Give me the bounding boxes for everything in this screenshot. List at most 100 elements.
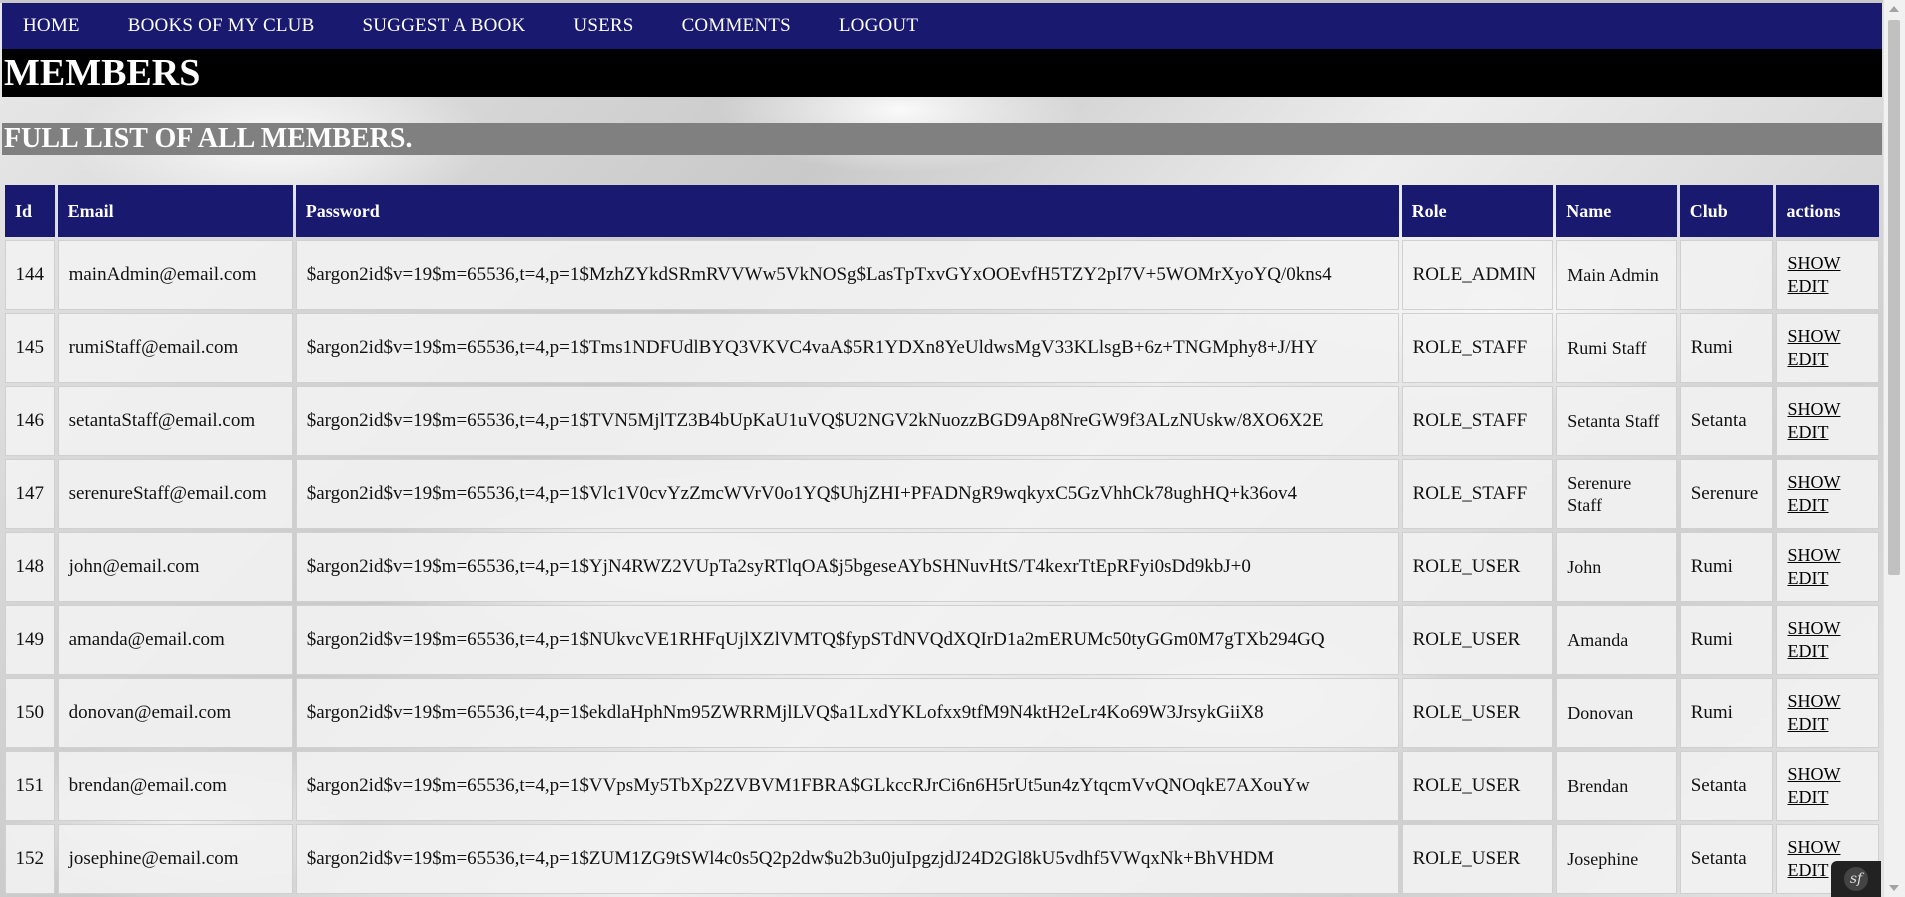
column-header-password: Password [295,185,1399,237]
cell-actions: SHOW EDIT [1776,313,1879,383]
cell-email: serenureStaff@email.com [57,459,293,529]
cell-name: Setanta Staff [1556,386,1677,456]
edit-link[interactable]: EDIT [1787,494,1868,517]
edit-link[interactable]: EDIT [1787,348,1868,371]
scroll-thumb[interactable] [1888,20,1900,575]
cell-password: $argon2id$v=19$m=65536,t=4,p=1$Tms1NDFUd… [295,313,1399,383]
cell-id: 148 [5,532,55,602]
show-link[interactable]: SHOW [1787,325,1868,348]
table-header-row: Id Email Password Role Name Club actions [5,185,1879,237]
show-link[interactable]: SHOW [1787,252,1868,275]
cell-email: amanda@email.com [57,605,293,675]
column-header-email: Email [57,185,293,237]
cell-password: $argon2id$v=19$m=65536,t=4,p=1$VVpsMy5Tb… [295,751,1399,821]
cell-id: 152 [5,824,55,894]
show-link[interactable]: SHOW [1787,398,1868,421]
show-link[interactable]: SHOW [1787,690,1868,713]
cell-name: Donovan [1556,678,1677,748]
cell-role: ROLE_USER [1401,532,1554,602]
cell-email: josephine@email.com [57,824,293,894]
scroll-down-arrow-icon[interactable] [1889,885,1899,891]
table-row: 144 mainAdmin@email.com $argon2id$v=19$m… [5,240,1879,310]
table-row: 148 john@email.com $argon2id$v=19$m=6553… [5,532,1879,602]
show-link[interactable]: SHOW [1787,836,1868,859]
edit-link[interactable]: EDIT [1787,567,1868,590]
cell-name: Rumi Staff [1556,313,1677,383]
nav-suggest-a-book-link[interactable]: SUGGEST A BOOK [362,15,525,37]
cell-name: Amanda [1556,605,1677,675]
cell-id: 149 [5,605,55,675]
table-row: 152 josephine@email.com $argon2id$v=19$m… [5,824,1879,894]
cell-id: 144 [5,240,55,310]
cell-actions: SHOW EDIT [1776,605,1879,675]
table-row: 146 setantaStaff@email.com $argon2id$v=1… [5,386,1879,456]
edit-link[interactable]: EDIT [1787,275,1868,298]
cell-actions: SHOW EDIT [1776,240,1879,310]
page-scrollbar[interactable] [1883,0,1905,897]
cell-name: Main Admin [1556,240,1677,310]
cell-id: 145 [5,313,55,383]
cell-name: John [1556,532,1677,602]
cell-email: mainAdmin@email.com [57,240,293,310]
cell-id: 146 [5,386,55,456]
nav-home-link[interactable]: HOME [23,15,80,37]
nav-users-link[interactable]: USERS [573,15,633,37]
cell-name: Serenure Staff [1556,459,1677,529]
cell-role: ROLE_USER [1401,605,1554,675]
cell-password: $argon2id$v=19$m=65536,t=4,p=1$ZUM1ZG9tS… [295,824,1399,894]
cell-id: 151 [5,751,55,821]
cell-password: $argon2id$v=19$m=65536,t=4,p=1$MzhZYkdSR… [295,240,1399,310]
cell-club: Rumi [1679,313,1774,383]
show-link[interactable]: SHOW [1787,617,1868,640]
edit-link[interactable]: EDIT [1787,640,1868,663]
cell-email: brendan@email.com [57,751,293,821]
cell-password: $argon2id$v=19$m=65536,t=4,p=1$ekdlaHphN… [295,678,1399,748]
show-link[interactable]: SHOW [1787,471,1868,494]
cell-name: Josephine [1556,824,1677,894]
page: HOME BOOKS OF MY CLUB SUGGEST A BOOK USE… [0,0,1884,897]
cell-club: Setanta [1679,824,1774,894]
column-header-club: Club [1679,185,1774,237]
table-row: 150 donovan@email.com $argon2id$v=19$m=6… [5,678,1879,748]
main-nav: HOME BOOKS OF MY CLUB SUGGEST A BOOK USE… [2,3,1882,49]
cell-name: Brendan [1556,751,1677,821]
page-subtitle: FULL LIST OF ALL MEMBERS. [2,123,1882,155]
table-row: 145 rumiStaff@email.com $argon2id$v=19$m… [5,313,1879,383]
show-link[interactable]: SHOW [1787,544,1868,567]
cell-club: Rumi [1679,532,1774,602]
column-header-id: Id [5,185,55,237]
cell-id: 147 [5,459,55,529]
members-table: Id Email Password Role Name Club actions… [2,182,1882,897]
edit-link[interactable]: EDIT [1787,421,1868,444]
nav-logout-link[interactable]: LOGOUT [839,15,918,37]
cell-actions: SHOW EDIT [1776,386,1879,456]
table-row: 151 brendan@email.com $argon2id$v=19$m=6… [5,751,1879,821]
cell-email: rumiStaff@email.com [57,313,293,383]
cell-club: Serenure [1679,459,1774,529]
cell-actions: SHOW EDIT [1776,751,1879,821]
nav-comments-link[interactable]: COMMENTS [682,15,791,37]
cell-role: ROLE_ADMIN [1401,240,1554,310]
edit-link[interactable]: EDIT [1787,713,1868,736]
cell-club: Rumi [1679,678,1774,748]
scroll-up-arrow-icon[interactable] [1889,6,1899,12]
cell-actions: SHOW EDIT [1776,678,1879,748]
edit-link[interactable]: EDIT [1787,786,1868,809]
cell-password: $argon2id$v=19$m=65536,t=4,p=1$YjN4RWZ2V… [295,532,1399,602]
page-title: MEMBERS [2,49,1882,97]
cell-role: ROLE_STAFF [1401,386,1554,456]
column-header-role: Role [1401,185,1554,237]
show-link[interactable]: SHOW [1787,763,1868,786]
cell-role: ROLE_USER [1401,678,1554,748]
column-header-actions: actions [1776,185,1879,237]
column-header-name: Name [1556,185,1677,237]
cell-email: setantaStaff@email.com [57,386,293,456]
cell-club: Setanta [1679,386,1774,456]
table-row: 147 serenureStaff@email.com $argon2id$v=… [5,459,1879,529]
table-row: 149 amanda@email.com $argon2id$v=19$m=65… [5,605,1879,675]
debug-toolbar-toggle[interactable]: sf [1831,861,1881,897]
cell-actions: SHOW EDIT [1776,459,1879,529]
cell-password: $argon2id$v=19$m=65536,t=4,p=1$NUkvcVE1R… [295,605,1399,675]
nav-books-of-my-club-link[interactable]: BOOKS OF MY CLUB [128,15,315,37]
cell-role: ROLE_USER [1401,824,1554,894]
